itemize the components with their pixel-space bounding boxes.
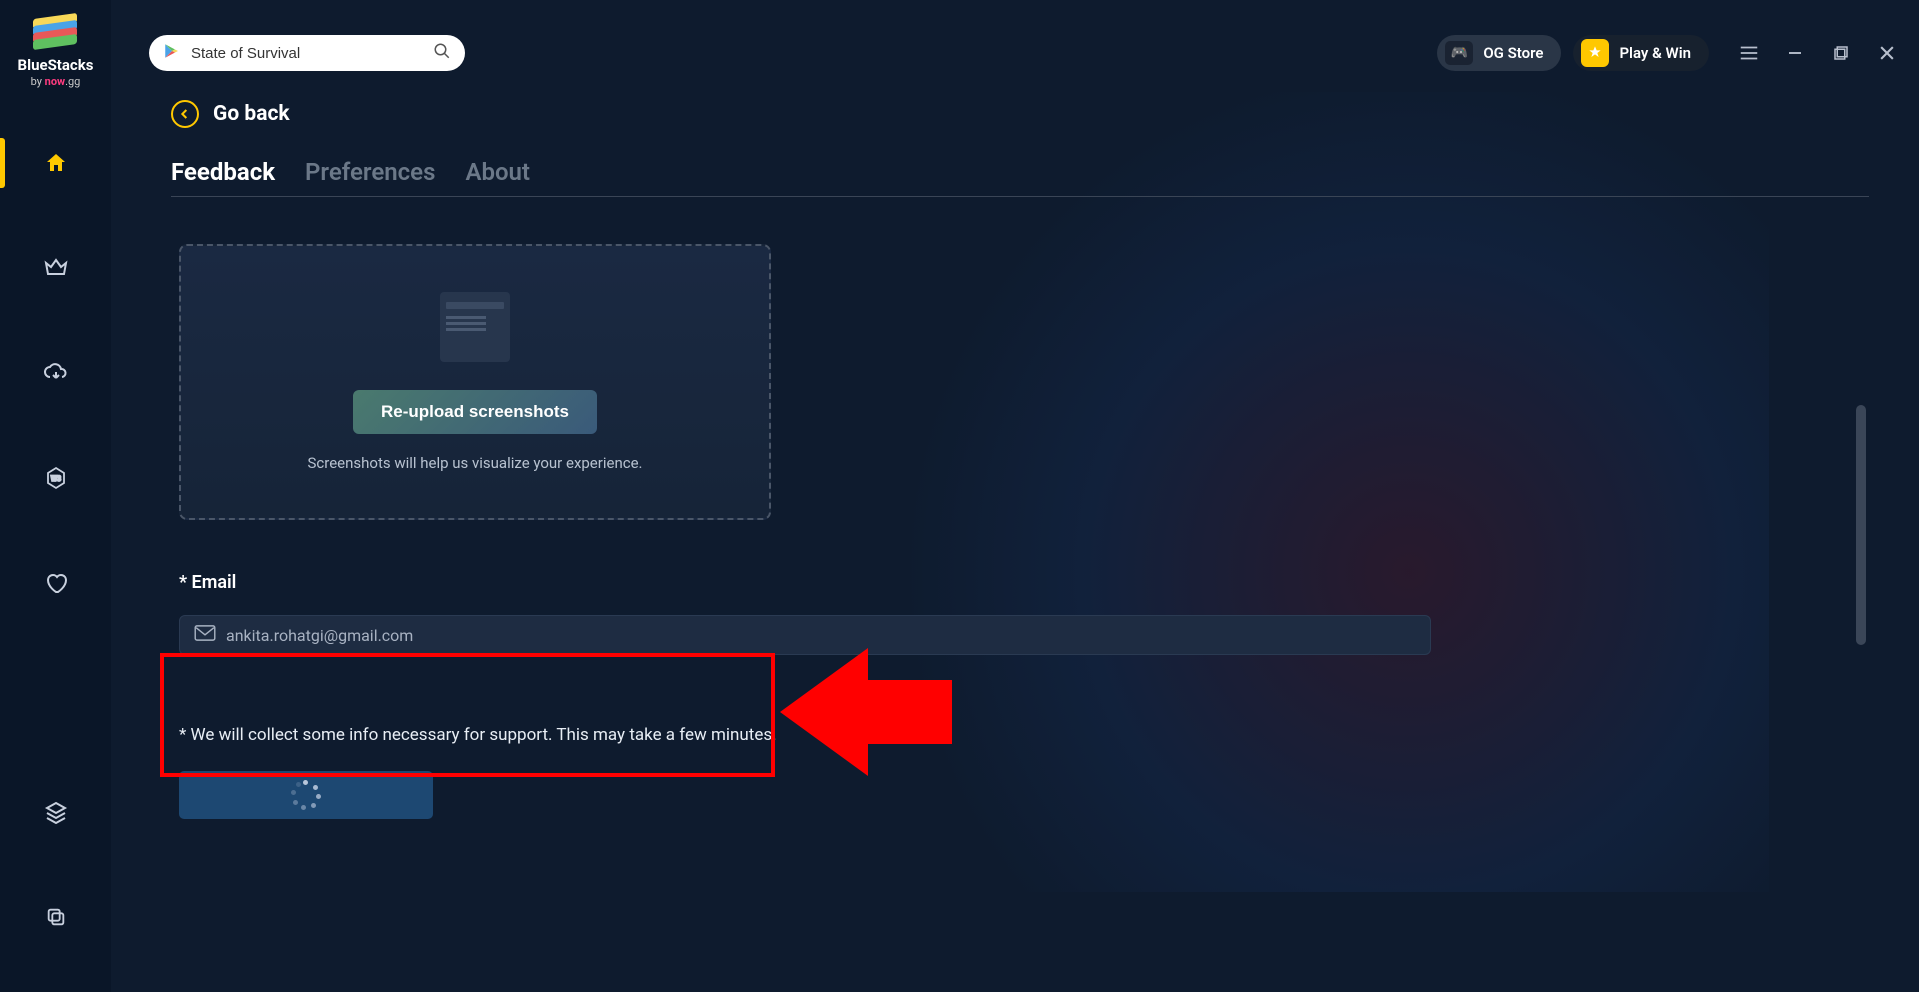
sidebar-item-cloud[interactable] xyxy=(0,348,111,398)
logo-block[interactable]: BlueStacks by now.gg xyxy=(18,10,94,88)
hexagon-w3-icon: W3 xyxy=(44,466,68,490)
annotation-arrow-icon xyxy=(780,648,952,776)
collect-info-text: * We will collect some info necessary fo… xyxy=(179,725,1869,745)
brand-name: BlueStacks xyxy=(18,56,94,74)
search-icon[interactable] xyxy=(433,42,451,64)
og-store-label: OG Store xyxy=(1483,44,1543,62)
scrollbar[interactable] xyxy=(1856,405,1866,992)
window-controls xyxy=(1737,41,1899,65)
close-button[interactable] xyxy=(1875,41,1899,65)
topbar: 🎮 OG Store Play & Win xyxy=(149,35,1899,71)
og-store-button[interactable]: 🎮 OG Store xyxy=(1437,35,1561,71)
go-back-row[interactable]: Go back xyxy=(171,100,1869,128)
play-win-icon xyxy=(1581,39,1609,67)
play-win-button[interactable]: Play & Win xyxy=(1573,35,1709,71)
back-arrow-icon[interactable] xyxy=(171,100,199,128)
sidebar: BlueStacks by now.gg W3 xyxy=(0,0,111,992)
svg-text:W3: W3 xyxy=(50,475,60,483)
scrollbar-thumb[interactable] xyxy=(1856,405,1866,645)
brand-subtitle: by now.gg xyxy=(31,75,81,88)
tab-about[interactable]: About xyxy=(465,158,530,196)
bluestacks-logo-icon xyxy=(29,10,81,50)
content-area: Go back Feedback Preferences About Attac… xyxy=(149,100,1869,992)
submit-button[interactable] xyxy=(179,771,433,819)
email-label: * Email xyxy=(179,572,1869,593)
upload-helper-text: Screenshots will help us visualize your … xyxy=(308,454,643,472)
cloud-download-icon xyxy=(44,361,68,385)
loading-spinner-icon xyxy=(291,780,321,810)
reupload-screenshots-button[interactable]: Re-upload screenshots xyxy=(353,390,597,434)
feedback-form: Attach screenshots Re-upload screenshots… xyxy=(179,203,1869,819)
sidebar-nav: W3 xyxy=(0,138,111,608)
minimize-button[interactable] xyxy=(1783,41,1807,65)
screenshot-upload-box[interactable]: Re-upload screenshots Screenshots will h… xyxy=(179,244,771,520)
sidebar-item-favorites[interactable] xyxy=(0,558,111,608)
tab-feedback[interactable]: Feedback xyxy=(171,158,275,196)
sidebar-item-copy[interactable] xyxy=(44,892,68,942)
tab-preferences[interactable]: Preferences xyxy=(305,158,435,196)
play-store-icon xyxy=(163,42,181,64)
search-box[interactable] xyxy=(149,35,465,71)
email-value: ankita.rohatgi@gmail.com xyxy=(226,626,413,645)
sidebar-item-home[interactable] xyxy=(0,138,111,188)
sidebar-item-layers[interactable] xyxy=(44,787,68,837)
maximize-button[interactable] xyxy=(1829,41,1853,65)
home-icon xyxy=(44,151,68,175)
crown-icon xyxy=(44,256,68,280)
og-store-icon: 🎮 xyxy=(1445,41,1473,65)
tabs: Feedback Preferences About xyxy=(171,158,1869,197)
sidebar-item-web3[interactable]: W3 xyxy=(0,453,111,503)
heart-icon xyxy=(44,571,68,595)
sidebar-item-premium[interactable] xyxy=(0,243,111,293)
envelope-icon xyxy=(194,625,216,645)
layers-icon xyxy=(44,800,68,824)
copy-icon xyxy=(44,905,68,929)
go-back-label: Go back xyxy=(213,102,290,126)
top-actions: 🎮 OG Store Play & Win xyxy=(1437,35,1899,71)
hamburger-menu-button[interactable] xyxy=(1737,41,1761,65)
screenshot-thumbnail[interactable] xyxy=(440,292,510,362)
play-win-label: Play & Win xyxy=(1619,44,1691,62)
search-input[interactable] xyxy=(191,45,423,62)
sidebar-bottom xyxy=(44,787,68,942)
email-section: * Email ankita.rohatgi@gmail.com xyxy=(179,572,1869,655)
